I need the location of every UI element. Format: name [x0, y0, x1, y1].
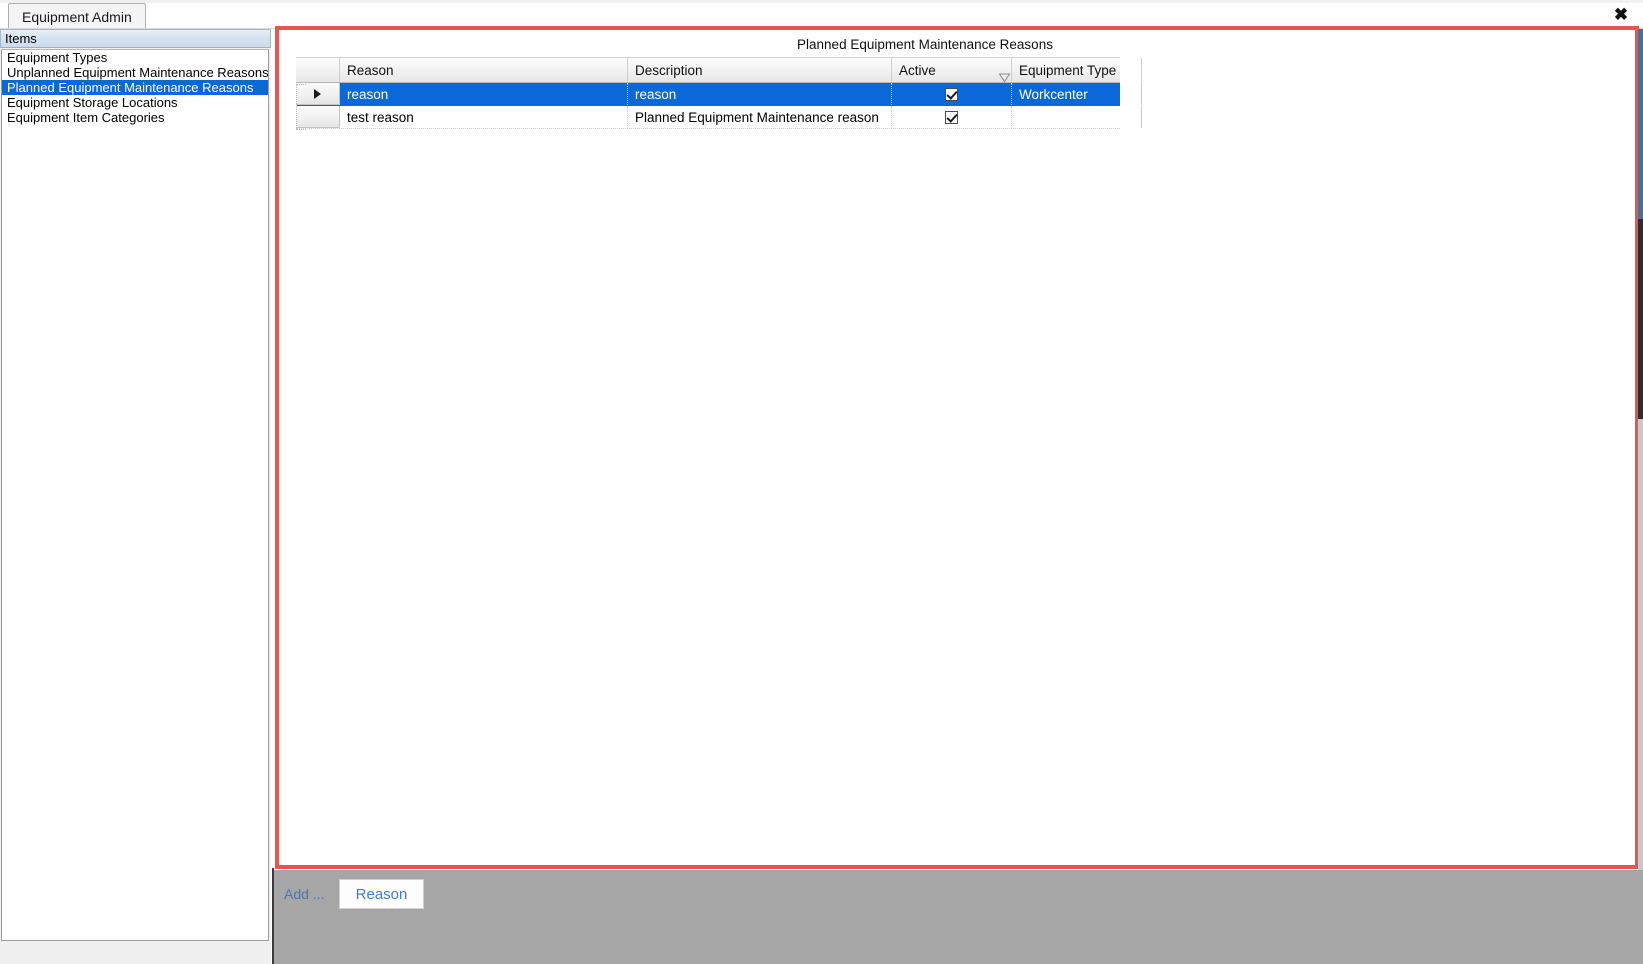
content-panel-inner: Planned Equipment Maintenance Reasons Re…	[279, 30, 1635, 865]
close-icon[interactable]: ✖	[1609, 2, 1633, 26]
current-row-arrow-icon	[314, 88, 321, 99]
cell-description[interactable]: Planned Equipment Maintenance reason	[628, 106, 892, 128]
background-window-edge-middle	[1638, 219, 1643, 419]
add-reason-button[interactable]: Reason	[339, 879, 424, 909]
cell-active[interactable]	[892, 106, 1012, 128]
grid-column-header-active[interactable]: Active	[892, 58, 1012, 83]
grid-column-header-description[interactable]: Description	[628, 58, 892, 82]
table-row[interactable]: reason reason Workcenter	[296, 83, 1142, 106]
items-listbox[interactable]: Equipment Types Unplanned Equipment Main…	[1, 49, 269, 941]
content-panel: Planned Equipment Maintenance Reasons Re…	[275, 26, 1639, 869]
list-item-unplanned-equipment-maintenance-reasons[interactable]: Unplanned Equipment Maintenance Reasons	[2, 65, 268, 80]
bottom-toolbar: Add ... Reason	[274, 870, 1643, 964]
grid-column-header-active-label: Active	[899, 62, 936, 78]
items-panel-header-label: Items	[5, 31, 37, 46]
cell-description[interactable]: reason	[628, 83, 892, 105]
cell-equipment-type[interactable]: Workcenter	[1012, 83, 1142, 105]
add-reason-button-label: Reason	[355, 885, 408, 903]
grid-header-gutter	[296, 58, 340, 82]
grid-column-header-description-label: Description	[635, 62, 703, 78]
tab-equipment-admin-label: Equipment Admin	[22, 8, 132, 25]
list-item-equipment-types[interactable]: Equipment Types	[2, 50, 268, 65]
items-panel-footer	[0, 942, 271, 964]
page-title: Planned Equipment Maintenance Reasons	[797, 37, 1053, 52]
active-checkbox[interactable]	[945, 87, 958, 101]
grid-column-header-equipment-type-label: Equipment Type	[1019, 62, 1117, 78]
items-panel: Items Equipment Types Unplanned Equipmen…	[0, 29, 271, 964]
reasons-data-grid[interactable]: Reason Description Active Equipment Type	[296, 57, 1142, 130]
cell-equipment-type[interactable]	[1012, 106, 1142, 128]
background-window-edge-top	[1638, 29, 1643, 219]
active-checkbox[interactable]	[945, 110, 958, 124]
add-label[interactable]: Add ...	[284, 886, 324, 902]
tab-strip: Equipment Admin	[0, 0, 1643, 29]
cell-reason[interactable]: reason	[340, 83, 628, 105]
items-panel-header: Items	[0, 29, 271, 48]
cell-active[interactable]	[892, 83, 1012, 105]
grid-row-selector-strip	[296, 84, 306, 130]
list-item-equipment-storage-locations[interactable]: Equipment Storage Locations	[2, 95, 268, 110]
cell-reason[interactable]: test reason	[340, 106, 628, 128]
table-row[interactable]: test reason Planned Equipment Maintenanc…	[296, 106, 1142, 129]
grid-column-header-reason-label: Reason	[347, 62, 394, 78]
grid-column-header-equipment-type[interactable]: Equipment Type	[1012, 58, 1142, 82]
background-window-edge-bottom	[1638, 419, 1643, 870]
list-item-equipment-item-categories[interactable]: Equipment Item Categories	[2, 110, 268, 125]
tab-equipment-admin[interactable]: Equipment Admin	[8, 3, 146, 29]
tab-strip-top-line	[0, 0, 1643, 3]
sort-descending-icon	[994, 67, 1010, 83]
list-item-planned-equipment-maintenance-reasons[interactable]: Planned Equipment Maintenance Reasons	[2, 80, 268, 95]
grid-column-header-reason[interactable]: Reason	[340, 58, 628, 82]
grid-header-row: Reason Description Active Equipment Type	[296, 57, 1142, 83]
